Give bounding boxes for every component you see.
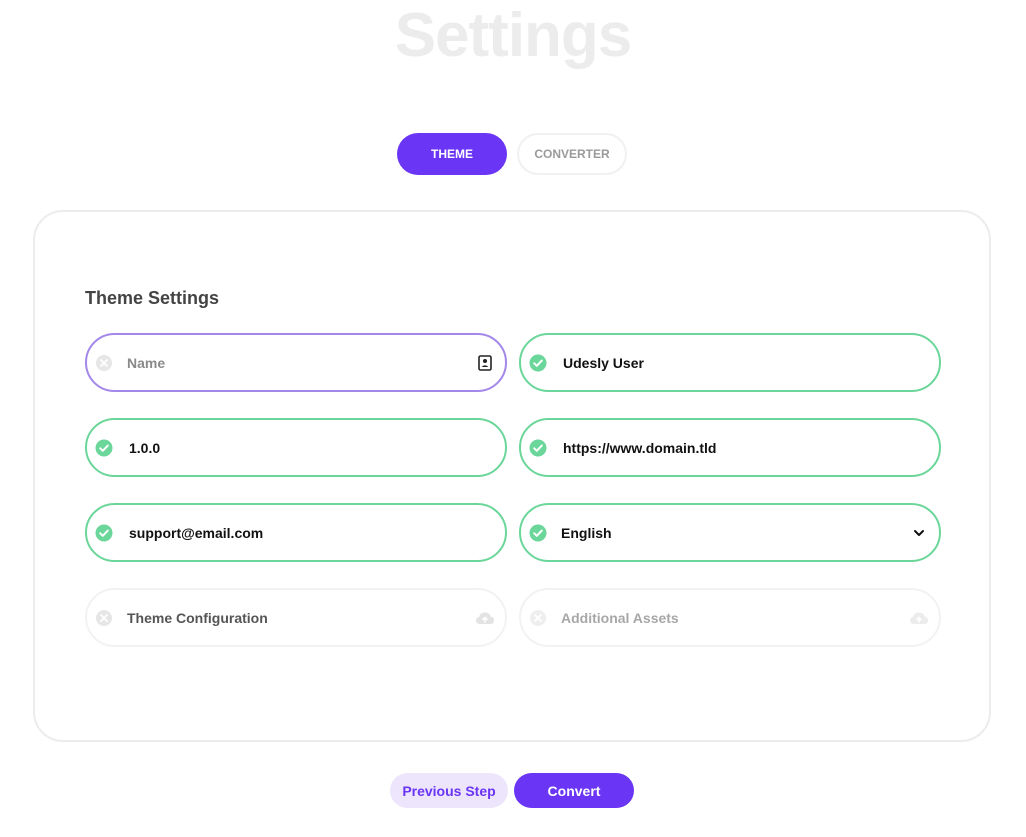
tab-theme[interactable]: THEME bbox=[397, 133, 507, 175]
version-field[interactable]: 1.0.0 bbox=[85, 418, 507, 477]
website-value: https://www.domain.tld bbox=[563, 439, 717, 456]
x-circle-icon bbox=[95, 609, 113, 627]
additional-assets-upload[interactable]: Additional Assets bbox=[519, 588, 941, 647]
email-field[interactable]: support@email.com bbox=[85, 503, 507, 562]
tab-bar: THEME CONVERTER bbox=[397, 133, 627, 175]
check-circle-icon bbox=[95, 439, 113, 457]
check-circle-icon bbox=[95, 524, 113, 542]
check-circle-icon bbox=[529, 439, 547, 457]
author-value: Udesly User bbox=[563, 354, 644, 371]
name-field[interactable] bbox=[85, 333, 507, 392]
language-value: English bbox=[561, 524, 612, 541]
website-field[interactable]: https://www.domain.tld bbox=[519, 418, 941, 477]
card-title: Theme Settings bbox=[85, 288, 220, 308]
previous-step-button[interactable]: Previous Step bbox=[390, 773, 508, 808]
check-circle-icon bbox=[529, 354, 547, 372]
contact-card-icon[interactable] bbox=[475, 353, 495, 373]
language-select[interactable]: English bbox=[519, 503, 941, 562]
email-value: support@email.com bbox=[129, 524, 264, 541]
theme-settings-card: Theme Settings Udesly User 1.0.0 https:/… bbox=[33, 210, 991, 742]
theme-configuration-upload[interactable]: Theme Configuration bbox=[85, 588, 507, 647]
x-circle-icon bbox=[95, 354, 113, 372]
page-title: Settings bbox=[394, 1, 633, 70]
cloud-upload-icon[interactable] bbox=[475, 608, 495, 628]
version-value: 1.0.0 bbox=[129, 439, 161, 456]
tab-converter[interactable]: CONVERTER bbox=[517, 133, 627, 175]
convert-button[interactable]: Convert bbox=[514, 773, 634, 808]
author-field[interactable]: Udesly User bbox=[519, 333, 941, 392]
x-circle-icon bbox=[529, 609, 547, 627]
footer-actions: Previous Step Convert bbox=[390, 773, 634, 808]
check-circle-icon bbox=[529, 524, 547, 542]
chevron-down-icon[interactable] bbox=[909, 523, 929, 543]
cloud-upload-icon[interactable] bbox=[909, 608, 929, 628]
additional-assets-label: Additional Assets bbox=[561, 609, 679, 626]
name-input[interactable] bbox=[127, 354, 427, 371]
theme-configuration-label: Theme Configuration bbox=[127, 609, 268, 626]
